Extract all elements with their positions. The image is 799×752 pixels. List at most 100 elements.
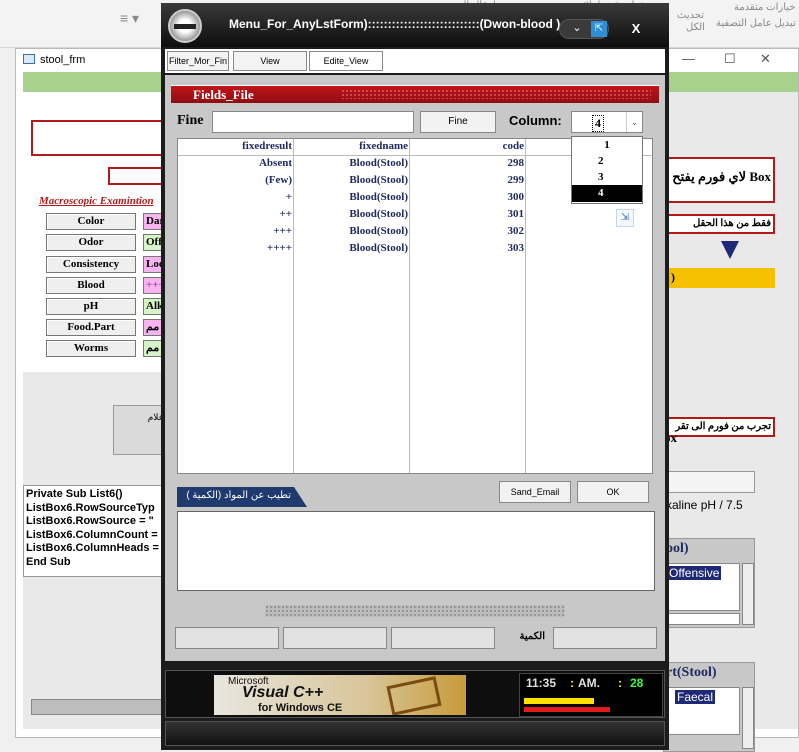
dropdown-option[interactable]: 2	[572, 153, 642, 169]
dropdown-option[interactable]: 3	[572, 169, 642, 185]
menu-titlebar: Menu_For_AnyLstForm)::::::::::::::::::::…	[161, 3, 669, 47]
code-line: ListBox6.RowSource = "	[26, 515, 154, 527]
stool-head-2: rt(Stool)	[666, 665, 717, 680]
stool-title: stool_frm	[40, 54, 86, 66]
tab-view[interactable]: View	[233, 51, 307, 71]
cell-fixedname[interactable]: Blood(Stool)	[294, 223, 408, 239]
minimize-icon[interactable]: ⌄	[569, 21, 585, 37]
fine-button[interactable]: Fine	[420, 111, 496, 133]
column-dropdown: 1 2 3 4	[571, 136, 643, 204]
cell-fixedname[interactable]: Blood(Stool)	[294, 172, 408, 188]
visual-cpp-banner: Microsoft Visual C++ for Windows CE	[214, 675, 466, 715]
stool-panel-2: rt(Stool) Faecal	[663, 662, 755, 752]
code-line: End Sub	[26, 555, 71, 568]
scrollbar-vertical[interactable]	[742, 687, 754, 749]
cell-fixedresult[interactable]: +	[178, 189, 292, 205]
cell-fixedname[interactable]: Blood(Stool)	[294, 155, 408, 171]
section-title: Macroscopic Examintion	[39, 195, 154, 207]
ribbon-refresh[interactable]: تحديث	[677, 10, 704, 21]
tab-filter-mor-fin[interactable]: Filter_Mor_Fin	[167, 51, 229, 71]
right-red-box-2: فقط من هذا الحقل	[663, 214, 775, 234]
restore-icon[interactable]: ⇱	[591, 21, 607, 37]
ribbon-all[interactable]: الكل	[686, 22, 705, 33]
blood-label: Blood	[46, 277, 136, 294]
right-red-text-1: لاي فورم يفتح Box	[672, 169, 771, 184]
banner-line-3: for Windows CE	[258, 702, 343, 714]
search-input[interactable]	[212, 111, 414, 133]
arabic-tab-label: تطيب عن المواد (الكمية )	[186, 490, 291, 501]
close-icon[interactable]: ✕	[760, 51, 771, 67]
dropdown-option[interactable]: 1	[572, 137, 642, 153]
scrollbar-horizontal[interactable]	[666, 613, 740, 625]
status-label-cell: الكمية	[499, 627, 549, 649]
stool-panel-1: ool) Offensive	[663, 538, 755, 628]
color-label: Color	[46, 213, 136, 230]
code-text: Private Sub List6() ListBox6.RowSourceTy…	[26, 488, 159, 569]
cell-code[interactable]: 300	[410, 189, 525, 205]
column-select[interactable]: 4 ⌄	[571, 111, 643, 133]
cell-code[interactable]: 301	[410, 206, 525, 222]
header-fixedname[interactable]: fixedname	[294, 140, 408, 152]
column-select-value: 4	[592, 115, 604, 132]
cell-code[interactable]: 302	[410, 223, 525, 239]
stool-head-1: ool)	[666, 541, 689, 556]
worms-label: Worms	[46, 340, 136, 357]
code-line: ListBox6.ColumnCount =	[26, 528, 158, 541]
faecal-item[interactable]: Faecal	[675, 690, 716, 704]
code-line: ListBox6.ColumnHeads =	[26, 542, 159, 554]
note-box: علام	[113, 405, 165, 455]
ok-button[interactable]: OK	[577, 481, 649, 503]
splitter-handle[interactable]	[265, 605, 565, 617]
cell-code[interactable]: 298	[410, 155, 525, 171]
cell-fixedresult[interactable]: ++	[178, 206, 292, 222]
right-red-text-3: تجرب من فورم الى تقر	[675, 421, 771, 432]
form-icon	[23, 54, 35, 64]
code-box[interactable]: Private Sub List6() ListBox6.RowSourceTy…	[23, 485, 163, 577]
cell-code[interactable]: 299	[410, 172, 525, 188]
offensive-item[interactable]: Offensive	[667, 566, 722, 580]
clock-panel: 11:35 : AM. : 28	[519, 673, 663, 717]
ribbon-toggle-filter[interactable]: تبديل عامل التصفية	[716, 18, 796, 29]
yellow-bar: )	[663, 268, 775, 288]
arabic-tab[interactable]: تطيب عن المواد (الكمية )	[177, 487, 307, 507]
cell-fixedresult[interactable]: (Few)	[178, 172, 292, 188]
clock-sep: :	[570, 676, 574, 690]
bottom-scrollbar[interactable]	[31, 699, 163, 715]
cell-fixedresult[interactable]: Absent	[178, 155, 292, 171]
cell-fixedname[interactable]: Blood(Stool)	[294, 189, 408, 205]
header-fixedresult[interactable]: fixedresult	[178, 140, 292, 152]
tab-edite-view[interactable]: Edite_View	[309, 51, 383, 71]
chevron-down-icon[interactable]: ⌄	[626, 112, 642, 132]
stool-list-2[interactable]: Faecal	[666, 687, 740, 735]
right-red-box-3: تجرب من فورم الى تقر	[663, 417, 775, 437]
right-tab-stub[interactable]	[663, 471, 755, 493]
cell-fixedname[interactable]: Blood(Stool)	[294, 206, 408, 222]
cell-fixedname[interactable]: Blood(Stool)	[294, 240, 408, 256]
dropdown-option-selected[interactable]: 4	[572, 185, 642, 202]
fields-title-bar: Fields_File	[171, 85, 659, 103]
fields-title: Fields_File	[193, 87, 254, 102]
status-cell	[175, 627, 279, 649]
odor-label: Odor	[46, 234, 136, 251]
header-code[interactable]: code	[410, 140, 524, 152]
menu-title: Menu_For_AnyLstForm)::::::::::::::::::::…	[229, 17, 561, 31]
search-label: Fine	[177, 113, 204, 128]
ribbon-advanced[interactable]: خيارات متقدمة	[734, 2, 795, 13]
tab-bar: Filter_Mor_Fin View Edite_View	[165, 49, 665, 73]
quantity-textarea[interactable]	[177, 511, 655, 591]
send-email-button[interactable]: Sand_Email	[499, 481, 571, 503]
ph-label: pH	[46, 298, 136, 315]
clock-secs: 28	[630, 676, 644, 690]
minimize-icon[interactable]: —	[682, 51, 695, 66]
cell-fixedresult[interactable]: +++	[178, 223, 292, 239]
maximize-icon[interactable]: ☐	[724, 51, 736, 67]
code-line: ListBox6.RowSourceTyp	[26, 501, 155, 514]
ribbon-list-icon[interactable]: ≡ ▾	[120, 10, 139, 27]
scrollbar-vertical[interactable]	[742, 563, 754, 625]
bottom-strip	[165, 721, 665, 746]
cell-code[interactable]: 303	[410, 240, 525, 256]
close-icon[interactable]: X	[621, 19, 651, 39]
cell-fixedresult[interactable]: ++++	[178, 240, 292, 256]
stool-list-1[interactable]: Offensive	[666, 563, 740, 611]
export-icon[interactable]: ⇲	[616, 209, 634, 227]
